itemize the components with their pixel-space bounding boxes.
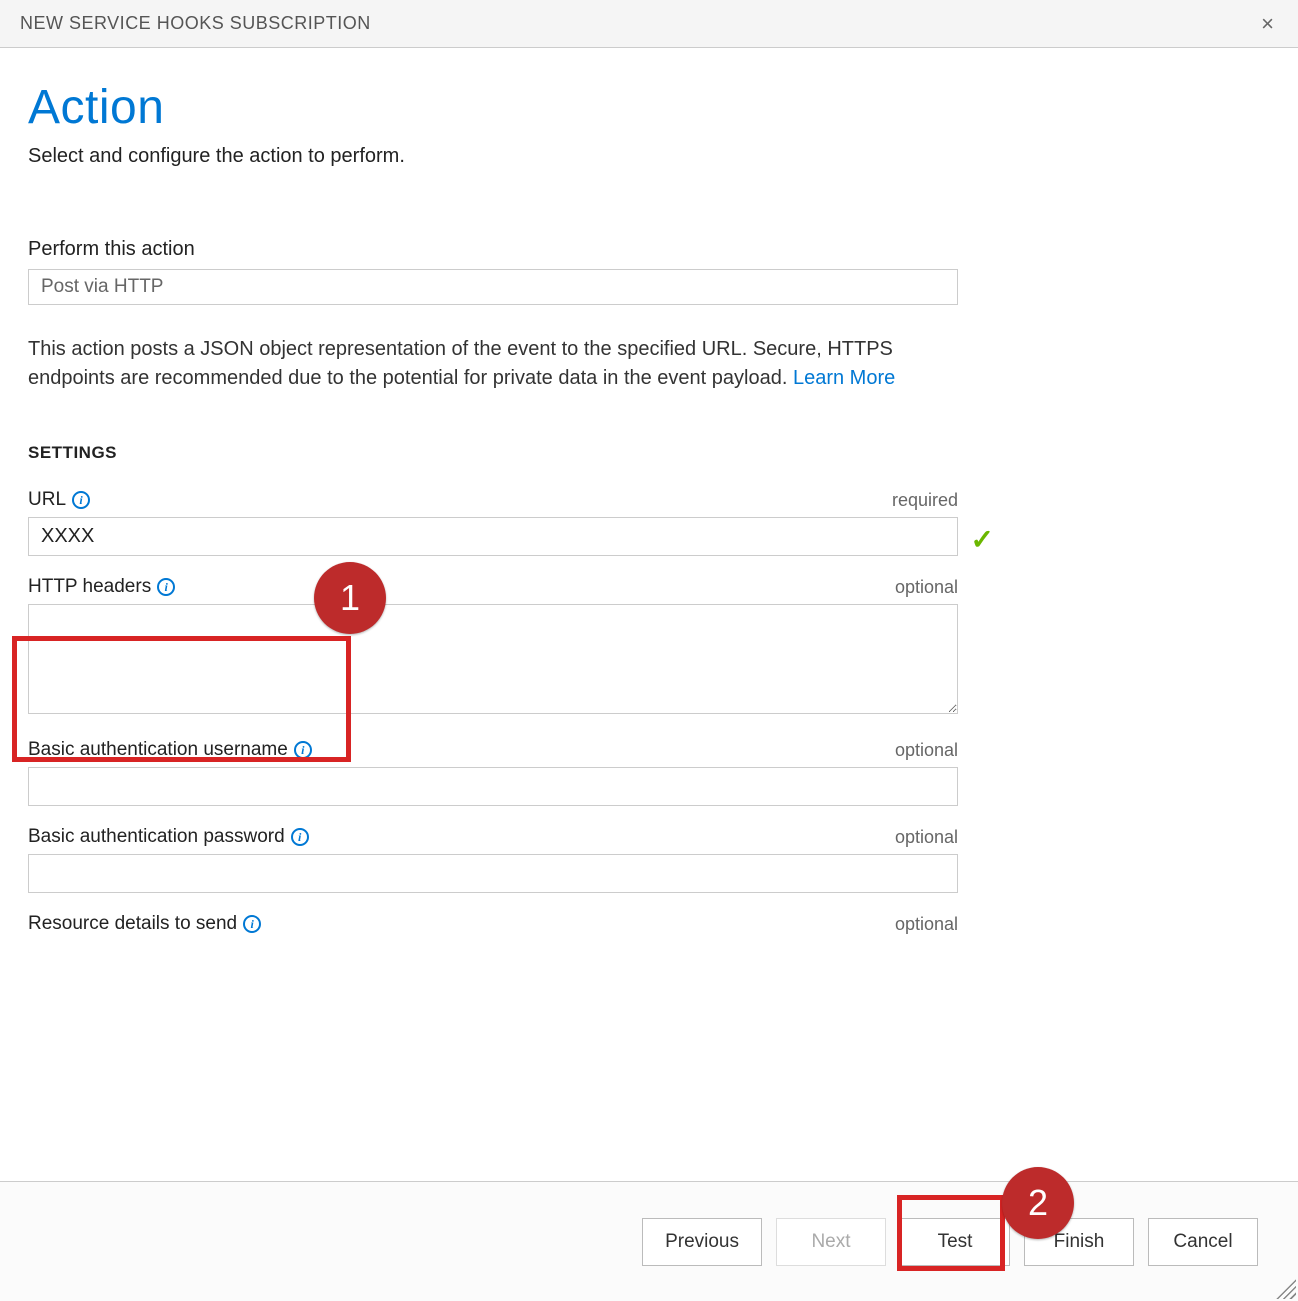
http-headers-input[interactable] — [28, 604, 958, 714]
settings-heading: SETTINGS — [28, 443, 1270, 463]
learn-more-link[interactable]: Learn More — [793, 367, 895, 389]
close-icon[interactable]: × — [1257, 11, 1278, 37]
info-icon[interactable]: i — [72, 491, 90, 509]
previous-button[interactable]: Previous — [642, 1218, 762, 1266]
dialog-body-scroll[interactable]: Action Select and configure the action t… — [0, 48, 1298, 1181]
dialog-title: NEW SERVICE HOOKS SUBSCRIPTION — [20, 13, 371, 34]
field-http-headers: HTTP headers i optional — [28, 576, 958, 719]
field-basic-auth-password: Basic authentication password i optional — [28, 826, 958, 893]
basic-auth-password-label: Basic authentication password i — [28, 826, 309, 848]
url-hint: required — [892, 490, 958, 511]
url-input[interactable] — [28, 517, 958, 556]
action-description: This action posts a JSON object represen… — [28, 335, 958, 393]
resource-details-hint: optional — [895, 914, 958, 935]
http-headers-label: HTTP headers i — [28, 576, 175, 598]
action-select[interactable]: Post via HTTP — [28, 269, 958, 305]
basic-auth-password-hint: optional — [895, 827, 958, 848]
page-heading: Action — [28, 80, 1270, 135]
field-resource-details: Resource details to send i optional — [28, 913, 958, 935]
dialog-header: NEW SERVICE HOOKS SUBSCRIPTION × — [0, 0, 1298, 48]
field-url: URL i required ✓ — [28, 489, 958, 556]
basic-auth-username-hint: optional — [895, 740, 958, 761]
basic-auth-password-input[interactable] — [28, 854, 958, 893]
info-icon[interactable]: i — [291, 828, 309, 846]
info-icon[interactable]: i — [294, 741, 312, 759]
url-label: URL i — [28, 489, 90, 511]
resize-handle-icon[interactable] — [1274, 1277, 1296, 1299]
resource-details-label: Resource details to send i — [28, 913, 261, 935]
check-icon: ✓ — [971, 523, 994, 556]
info-icon[interactable]: i — [243, 915, 261, 933]
info-icon[interactable]: i — [157, 578, 175, 596]
basic-auth-username-input[interactable] — [28, 767, 958, 806]
test-button[interactable]: Test — [900, 1218, 1010, 1266]
http-headers-hint: optional — [895, 577, 958, 598]
finish-button[interactable]: Finish — [1024, 1218, 1134, 1266]
next-button: Next — [776, 1218, 886, 1266]
action-select-label: Perform this action — [28, 238, 1270, 261]
field-basic-auth-username: Basic authentication username i optional — [28, 739, 958, 806]
basic-auth-username-label: Basic authentication username i — [28, 739, 312, 761]
dialog-footer: Previous Next Test Finish Cancel — [0, 1181, 1298, 1301]
action-description-text: This action posts a JSON object represen… — [28, 338, 893, 389]
cancel-button[interactable]: Cancel — [1148, 1218, 1258, 1266]
page-subtitle: Select and configure the action to perfo… — [28, 145, 1270, 168]
